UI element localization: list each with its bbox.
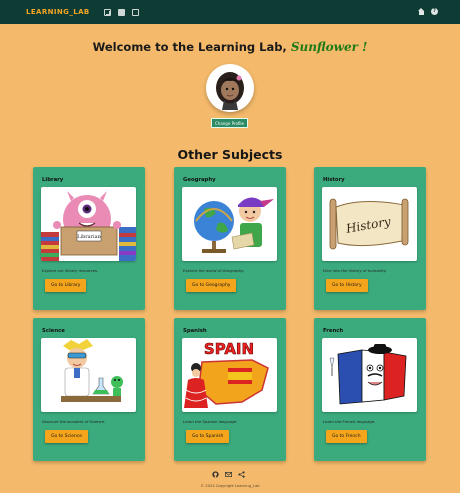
go-to-science-button[interactable]: Go to Science [45, 430, 89, 443]
card-description: Dive into the history of humanity. [323, 268, 387, 273]
card-title: History [323, 177, 345, 183]
nav-right-icons: ? [418, 8, 438, 15]
card-title: Geography [183, 177, 216, 183]
share-icon[interactable] [238, 471, 245, 478]
top-navbar: LEARNING_LAB ? [0, 0, 460, 24]
subject-card-science: Science Discover the wonders of Science.… [33, 318, 145, 461]
card-description: Explore the world of Geography. [183, 268, 245, 273]
avatar [206, 64, 254, 112]
avatar-image [216, 72, 244, 110]
card-description: Learn the Spanish language. [183, 419, 238, 424]
go-to-library-button[interactable]: Go to Library [45, 279, 87, 292]
librarian-sign-text: Librarian [77, 234, 101, 240]
github-icon[interactable] [212, 471, 219, 478]
subject-card-library: Library Librarian Explore our library re… [33, 167, 145, 310]
mail-icon[interactable] [225, 471, 232, 478]
image-icon[interactable] [131, 8, 139, 16]
change-profile-button[interactable]: Change Profile [211, 118, 248, 128]
home-icon[interactable] [418, 8, 425, 15]
scientist-image [41, 338, 136, 412]
card-title: Science [42, 328, 65, 334]
card-description: Explore our library resources. [42, 268, 99, 273]
go-to-french-button[interactable]: Go to French [326, 430, 367, 443]
spain-map-image: SPAIN [182, 338, 277, 412]
card-title: Library [42, 177, 64, 183]
go-to-history-button[interactable]: Go to History [326, 279, 368, 292]
card-title: French [323, 328, 344, 334]
globe-boy-image [182, 187, 277, 261]
footer-icons [212, 471, 245, 478]
spain-title-text: SPAIN [204, 340, 254, 358]
french-flag-image [322, 338, 417, 412]
welcome-heading: Welcome to the Learning Lab, Sunflower ! [0, 40, 460, 54]
subject-card-geography: Geography Explore the world of Geography… [174, 167, 286, 310]
history-scroll-image: History [322, 187, 417, 261]
library-monster-image: Librarian [41, 187, 136, 261]
card-title: Spanish [183, 328, 207, 334]
subject-card-french: French Learn the French language. Go to … [314, 318, 426, 461]
welcome-prefix: Welcome to the Learning Lab, [92, 40, 291, 54]
go-to-spanish-button[interactable]: Go to Spanish [186, 430, 230, 443]
nav-left-icons [103, 8, 139, 16]
subject-card-history: History History Dive into the history of… [314, 167, 426, 310]
footer-copyright: © 2024 Copyright Learning_Lab [200, 484, 260, 488]
letter-icon[interactable] [117, 8, 125, 16]
username: Sunflower ! [290, 40, 368, 54]
brand-logo[interactable]: LEARNING_LAB [26, 8, 90, 16]
help-icon[interactable]: ? [431, 8, 438, 15]
section-title: Other Subjects [177, 147, 283, 162]
grid-icon[interactable] [103, 8, 111, 16]
go-to-geography-button[interactable]: Go to Geography [186, 279, 237, 292]
card-description: Discover the wonders of Science. [42, 419, 106, 424]
subject-card-spanish: Spanish SPAIN Learn the Spanish language… [174, 318, 286, 461]
card-description: Learn the French language. [323, 419, 376, 424]
